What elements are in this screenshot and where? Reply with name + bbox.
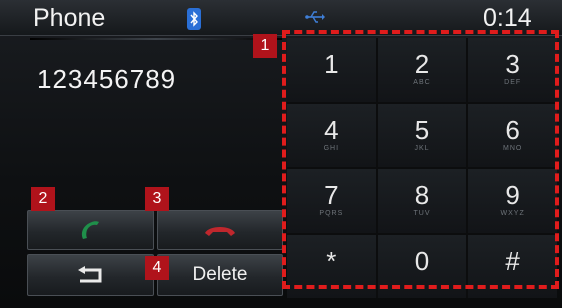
keypad-key-11[interactable]: #	[468, 234, 557, 298]
usb-icon	[305, 11, 325, 23]
key-letters: JKL	[414, 144, 430, 152]
key-digit: 3	[505, 49, 520, 80]
bluetooth-icon	[187, 8, 201, 30]
end-call-button[interactable]	[157, 210, 283, 250]
key-digit: 4	[324, 114, 339, 145]
keypad-key-4[interactable]: 5 JKL	[377, 103, 467, 167]
key-digit: *	[326, 245, 337, 276]
call-button[interactable]	[27, 210, 154, 250]
clock: 0:14	[483, 4, 532, 32]
keypad-key-5[interactable]: 6 MNO	[468, 103, 557, 167]
key-letters: ABC	[413, 79, 431, 87]
callout-4: 4	[145, 256, 169, 280]
callout-3: 3	[145, 187, 169, 211]
key-digit: 6	[505, 114, 520, 145]
keypad-key-8[interactable]: 9 WXYZ	[468, 169, 557, 233]
key-letters: TUV	[413, 210, 431, 218]
phone-screen: Phone 0:14 123456789 Delete 1 2 ABC 3 DE…	[0, 0, 562, 308]
key-digit: 1	[324, 49, 339, 80]
dialed-number-display: 123456789	[37, 64, 177, 94]
key-letters: MNO	[502, 144, 523, 152]
key-digit: #	[505, 245, 520, 276]
key-digit: 9	[505, 180, 520, 211]
keypad-key-0[interactable]: 1	[287, 38, 376, 102]
key-letters: PQRS	[319, 210, 344, 218]
callout-2: 2	[31, 187, 55, 211]
callout-1: 1	[253, 34, 277, 58]
phone-call-icon	[81, 221, 99, 239]
app-title: Phone	[33, 4, 106, 32]
key-letters: WXYZ	[500, 210, 525, 218]
key-digit: 5	[414, 114, 430, 145]
back-button[interactable]	[27, 254, 154, 296]
back-arrow-icon	[77, 266, 101, 283]
keypad-key-3[interactable]: 4 GHI	[287, 103, 376, 167]
key-digit: 8	[414, 180, 430, 211]
keypad-key-7[interactable]: 8 TUV	[377, 169, 467, 233]
display-divider	[30, 38, 282, 40]
phone-end-icon	[205, 227, 235, 236]
dial-keypad: 1 2 ABC 3 DEF 4 GHI 5 JKL 6 MNO 7 PQRS 8 TUV 9 WXYZ * 0 #	[287, 38, 557, 298]
key-digit: 2	[414, 49, 430, 80]
keypad-key-9[interactable]: *	[287, 234, 376, 298]
key-digit: 7	[324, 180, 339, 211]
keypad-key-2[interactable]: 3 DEF	[468, 38, 557, 102]
delete-button[interactable]: Delete	[157, 254, 283, 296]
status-bar: Phone 0:14	[0, 0, 562, 36]
keypad-key-6[interactable]: 7 PQRS	[287, 169, 376, 233]
key-digit: 0	[414, 245, 430, 276]
keypad-key-10[interactable]: 0	[377, 234, 467, 298]
key-letters: GHI	[323, 144, 340, 152]
key-letters: DEF	[504, 79, 522, 87]
keypad-key-1[interactable]: 2 ABC	[377, 38, 467, 102]
